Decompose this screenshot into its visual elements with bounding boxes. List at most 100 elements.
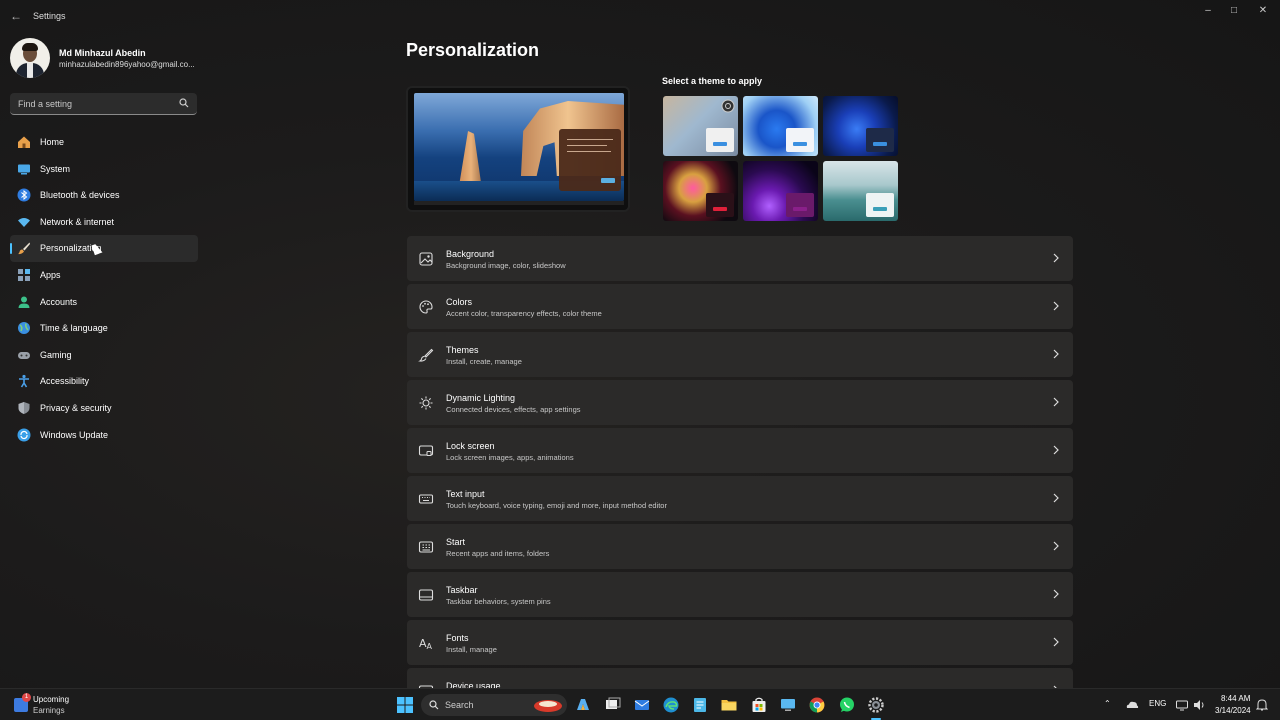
card-dynamic-lighting[interactable]: Dynamic Lighting Connected devices, effe… (407, 380, 1073, 425)
card-subtitle: Recent apps and items, folders (446, 549, 550, 558)
sidebar-item-system[interactable]: System (10, 156, 198, 183)
chevron-right-icon (1053, 589, 1059, 599)
search-input[interactable]: Find a setting (10, 93, 197, 115)
card-taskbar[interactable]: Taskbar Taskbar behaviors, system pins (407, 572, 1073, 617)
card-title: Fonts (446, 633, 469, 643)
chevron-right-icon (1053, 397, 1059, 407)
clock-date[interactable]: 3/14/2024 (1215, 706, 1251, 715)
windows-start-icon[interactable] (396, 696, 414, 714)
card-subtitle: Install, create, manage (446, 357, 522, 366)
avatar (10, 38, 50, 78)
sidebar-item-label: Home (40, 137, 65, 147)
sidebar-item-label: Windows Update (40, 429, 109, 440)
card-text-input[interactable]: Text input Touch keyboard, voice typing,… (407, 476, 1073, 521)
sidebar-item-personalization[interactable]: Personalization (10, 235, 198, 262)
notification-bell-icon[interactable] (1256, 698, 1268, 712)
sidebar-item-label: System (40, 163, 71, 174)
card-subtitle: Taskbar behaviors, system pins (446, 597, 551, 606)
notepad-icon[interactable] (691, 696, 709, 714)
shield-icon (18, 401, 30, 414)
sidebar-item-privacy[interactable]: Privacy & security (10, 395, 198, 422)
clock-time[interactable]: 8:44 AM (1221, 694, 1250, 703)
user-email: minhazulabedin896yahoo@gmail.co... (59, 60, 195, 69)
taskbar-search[interactable]: Search (421, 694, 567, 716)
search-icon (429, 700, 439, 710)
sidebar-item-apps[interactable]: Apps (10, 262, 198, 289)
card-colors[interactable]: Colors Accent color, transparency effect… (407, 284, 1073, 329)
chevron-right-icon (1053, 637, 1059, 647)
settings-gear-icon[interactable] (867, 696, 885, 714)
title-bar: ← Settings – □ ✕ (0, 0, 1280, 32)
lighting-icon (419, 396, 433, 410)
sidebar-item-home[interactable]: Home (10, 129, 198, 156)
onedrive-icon[interactable] (1125, 698, 1139, 712)
volume-icon[interactable] (1192, 698, 1206, 712)
theme-option-2[interactable] (743, 96, 818, 156)
remote-desktop-icon[interactable] (779, 696, 797, 714)
close-icon[interactable]: ✕ (1251, 4, 1275, 18)
sidebar-item-time-language[interactable]: Time & language (10, 315, 198, 342)
back-arrow-icon[interactable]: ← (8, 8, 24, 24)
theme-option-6[interactable] (823, 161, 898, 221)
card-subtitle: Touch keyboard, voice typing, emoji and … (446, 501, 667, 510)
sidebar-item-label: Bluetooth & devices (40, 190, 120, 201)
card-subtitle: Connected devices, effects, app settings (446, 405, 581, 414)
sidebar-item-bluetooth[interactable]: Bluetooth & devices (10, 182, 198, 209)
sidebar-item-accessibility[interactable]: Accessibility (10, 368, 198, 395)
chevron-right-icon (1053, 541, 1059, 551)
theme-heading: Select a theme to apply (662, 76, 763, 86)
card-title: Taskbar (446, 585, 478, 595)
theme-option-1[interactable] (663, 96, 738, 156)
card-fonts[interactable]: AA Fonts Install, manage (407, 620, 1073, 665)
svg-text:A: A (427, 642, 433, 651)
chevron-right-icon (1053, 301, 1059, 311)
sidebar-item-gaming[interactable]: Gaming (10, 342, 198, 369)
card-title: Dynamic Lighting (446, 393, 516, 403)
theme-preview (406, 86, 630, 212)
task-view-icon[interactable] (604, 696, 622, 714)
sidebar-item-windows-update[interactable]: Windows Update (10, 422, 198, 449)
store-icon[interactable] (750, 696, 768, 714)
gamepad-icon (18, 351, 30, 359)
minimize-icon[interactable]: – (1196, 4, 1220, 18)
file-explorer-icon[interactable] (720, 696, 738, 714)
sidebar-item-label: Accessibility (40, 376, 90, 387)
chrome-icon[interactable] (808, 696, 826, 714)
widget-title[interactable]: Upcoming (33, 695, 69, 704)
card-themes[interactable]: Themes Install, create, manage (407, 332, 1073, 377)
taskbar-icon (418, 589, 434, 601)
system-icon (18, 164, 30, 175)
network-icon[interactable] (1175, 698, 1189, 712)
sidebar-item-network[interactable]: Network & internet (10, 209, 198, 236)
card-lock-screen[interactable]: Lock screen Lock screen images, apps, an… (407, 428, 1073, 473)
lock-screen-icon (418, 445, 434, 456)
card-subtitle: Background image, color, slideshow (446, 261, 566, 270)
accessibility-icon (19, 375, 29, 388)
page-title: Personalization (406, 40, 540, 60)
brush-icon (418, 348, 434, 362)
card-start[interactable]: Start Recent apps and items, folders (407, 524, 1073, 569)
card-background[interactable]: Background Background image, color, slid… (407, 236, 1073, 281)
sidebar-item-label: Network & internet (40, 216, 115, 227)
theme-option-4[interactable] (663, 161, 738, 221)
edge-icon[interactable] (662, 696, 680, 714)
mail-icon[interactable] (633, 696, 651, 714)
search-icon (179, 98, 189, 108)
wifi-icon (18, 217, 30, 227)
chevron-up-icon[interactable]: ⌃ (1104, 699, 1111, 708)
theme-option-5[interactable] (743, 161, 818, 221)
language-indicator[interactable]: ENG (1149, 699, 1166, 708)
card-subtitle: Install, manage (446, 645, 497, 654)
sidebar-item-label: Accounts (40, 296, 78, 307)
copilot-icon[interactable] (574, 696, 592, 714)
widget-subtitle: Earnings (33, 706, 65, 715)
spotlight-camera-icon (721, 99, 735, 113)
theme-option-3[interactable] (823, 96, 898, 156)
user-profile[interactable]: Md Minhazul Abedin minhazulabedin896yaho… (10, 38, 200, 78)
sidebar-item-accounts[interactable]: Accounts (10, 289, 198, 316)
whatsapp-icon[interactable] (838, 696, 856, 714)
home-icon (18, 136, 30, 148)
maximize-icon[interactable]: □ (1222, 4, 1246, 18)
sidebar-item-label: Gaming (40, 349, 72, 360)
chevron-right-icon (1053, 253, 1059, 263)
